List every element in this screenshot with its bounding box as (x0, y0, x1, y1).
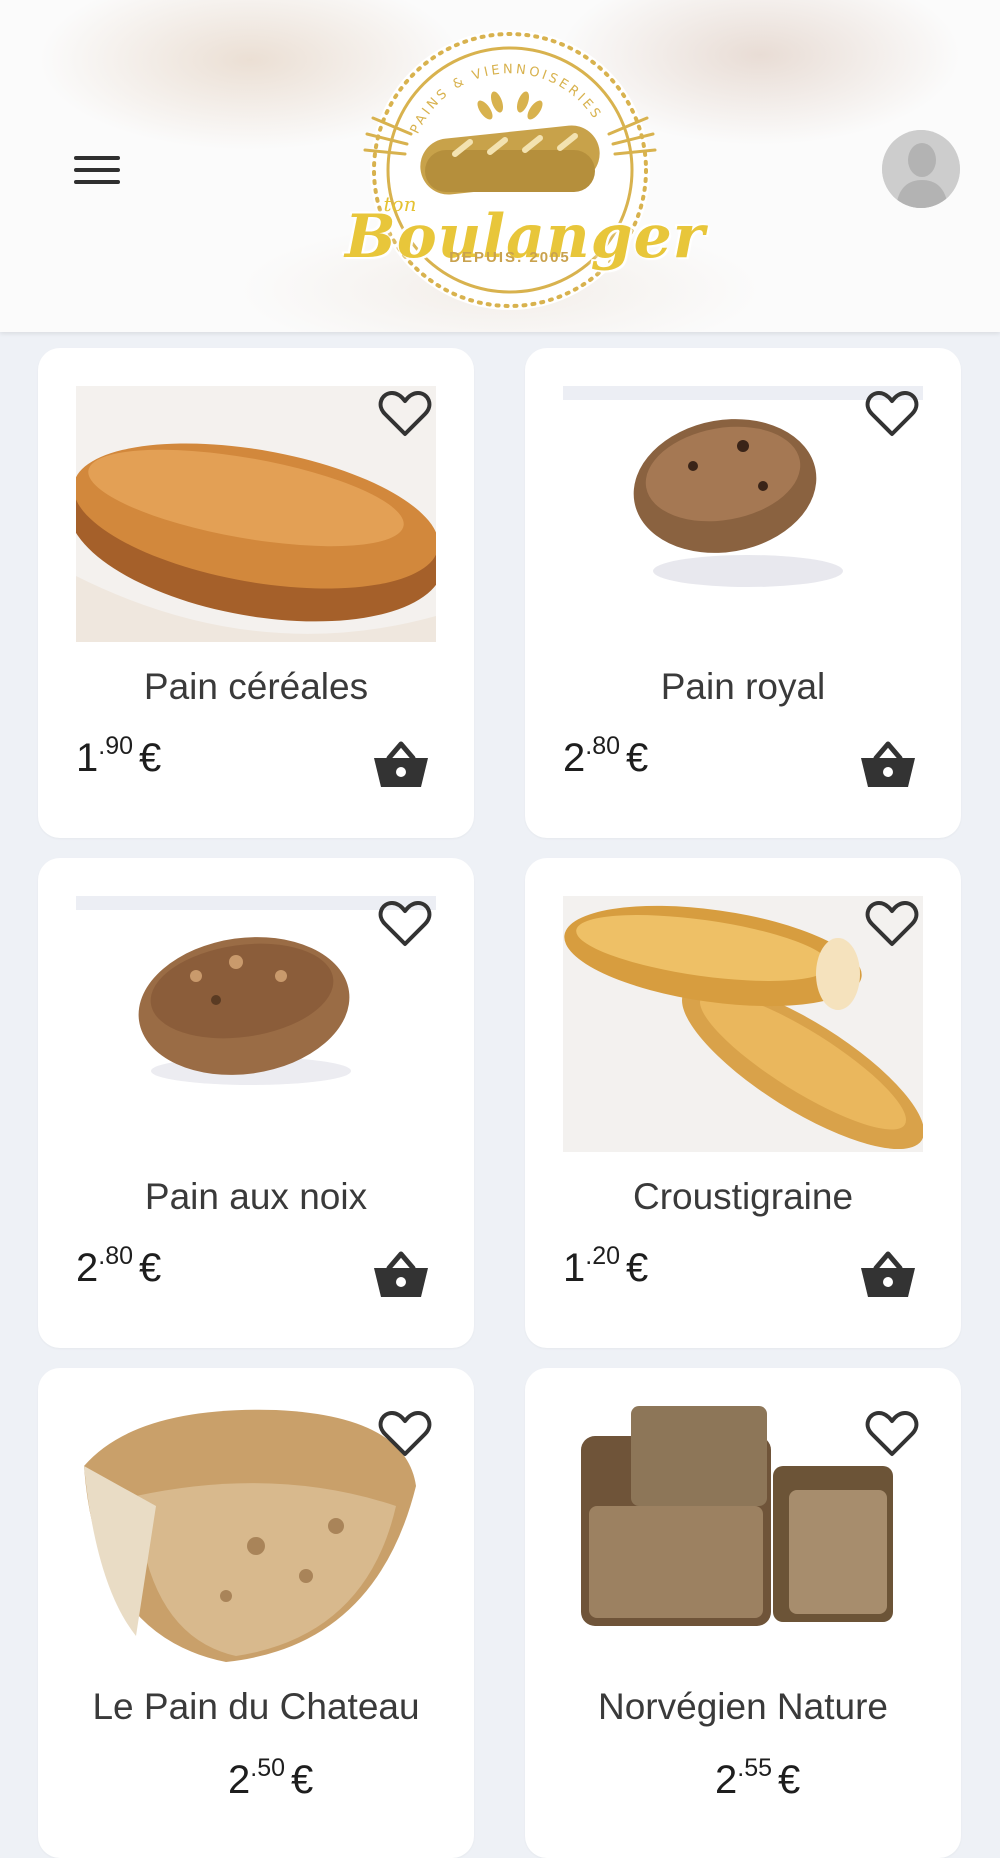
product-price: 2.80 € (563, 732, 649, 781)
product-card[interactable]: Pain royal 2.80 € (525, 348, 961, 838)
price-dec: .80 (585, 732, 621, 760)
price-int: 2 (76, 1246, 99, 1290)
favorite-heart-icon[interactable] (378, 900, 432, 948)
price-int: 2 (228, 1758, 251, 1802)
price-currency: € (626, 736, 649, 780)
favorite-heart-icon[interactable] (865, 1410, 919, 1458)
price-dec: .90 (98, 732, 134, 760)
price-currency: € (139, 736, 162, 780)
product-name: Pain aux noix (144, 1176, 368, 1217)
favorite-heart-icon[interactable] (865, 900, 919, 948)
product-price: 2.55 € (715, 1754, 801, 1803)
add-to-basket-icon[interactable] (859, 740, 917, 790)
add-to-basket-icon[interactable] (372, 1250, 430, 1300)
product-price: 1.90 € (76, 732, 162, 781)
app-header: PAINS & VIENNOISERIES ton Boulanger DEPU… (0, 0, 1000, 332)
price-dec: .20 (585, 1242, 621, 1270)
favorite-heart-icon[interactable] (378, 390, 432, 438)
price-int: 2 (715, 1758, 738, 1802)
price-int: 1 (563, 1246, 586, 1290)
product-price: 2.50 € (228, 1754, 314, 1803)
hamburger-menu-icon[interactable] (72, 152, 122, 188)
product-name: Pain royal (660, 666, 826, 707)
product-name: Croustigraine (632, 1176, 854, 1217)
product-name: Norvégien Nature (598, 1686, 888, 1727)
price-currency: € (778, 1758, 801, 1802)
product-card[interactable]: Le Pain du Chateau 2.50 € (38, 1368, 474, 1858)
add-to-basket-icon[interactable] (859, 1250, 917, 1300)
price-int: 2 (563, 736, 586, 780)
product-card[interactable]: Norvégien Nature 2.55 € (525, 1368, 961, 1858)
product-card[interactable]: Croustigraine 1.20 € (525, 858, 961, 1348)
add-to-basket-icon[interactable] (372, 740, 430, 790)
price-currency: € (626, 1246, 649, 1290)
product-name: Le Pain du Chateau (92, 1686, 420, 1727)
product-card[interactable]: Pain céréales 1.90 € (38, 348, 474, 838)
favorite-heart-icon[interactable] (865, 390, 919, 438)
user-avatar-icon[interactable] (882, 130, 960, 208)
product-price: 1.20 € (563, 1242, 649, 1291)
price-currency: € (139, 1246, 162, 1290)
logo-badge: PAINS & VIENNOISERIES (363, 30, 657, 310)
product-price: 2.80 € (76, 1242, 162, 1291)
product-card[interactable]: Pain aux noix 2.80 € (38, 858, 474, 1348)
brand-logo: PAINS & VIENNOISERIES ton Boulanger DEPU… (345, 22, 704, 317)
favorite-heart-icon[interactable] (378, 1410, 432, 1458)
price-currency: € (291, 1758, 314, 1802)
logo-since-text: DEPUIS. 2005 (449, 249, 571, 266)
price-dec: .80 (98, 1242, 134, 1270)
price-int: 1 (76, 736, 99, 780)
product-name: Pain céréales (143, 666, 369, 707)
